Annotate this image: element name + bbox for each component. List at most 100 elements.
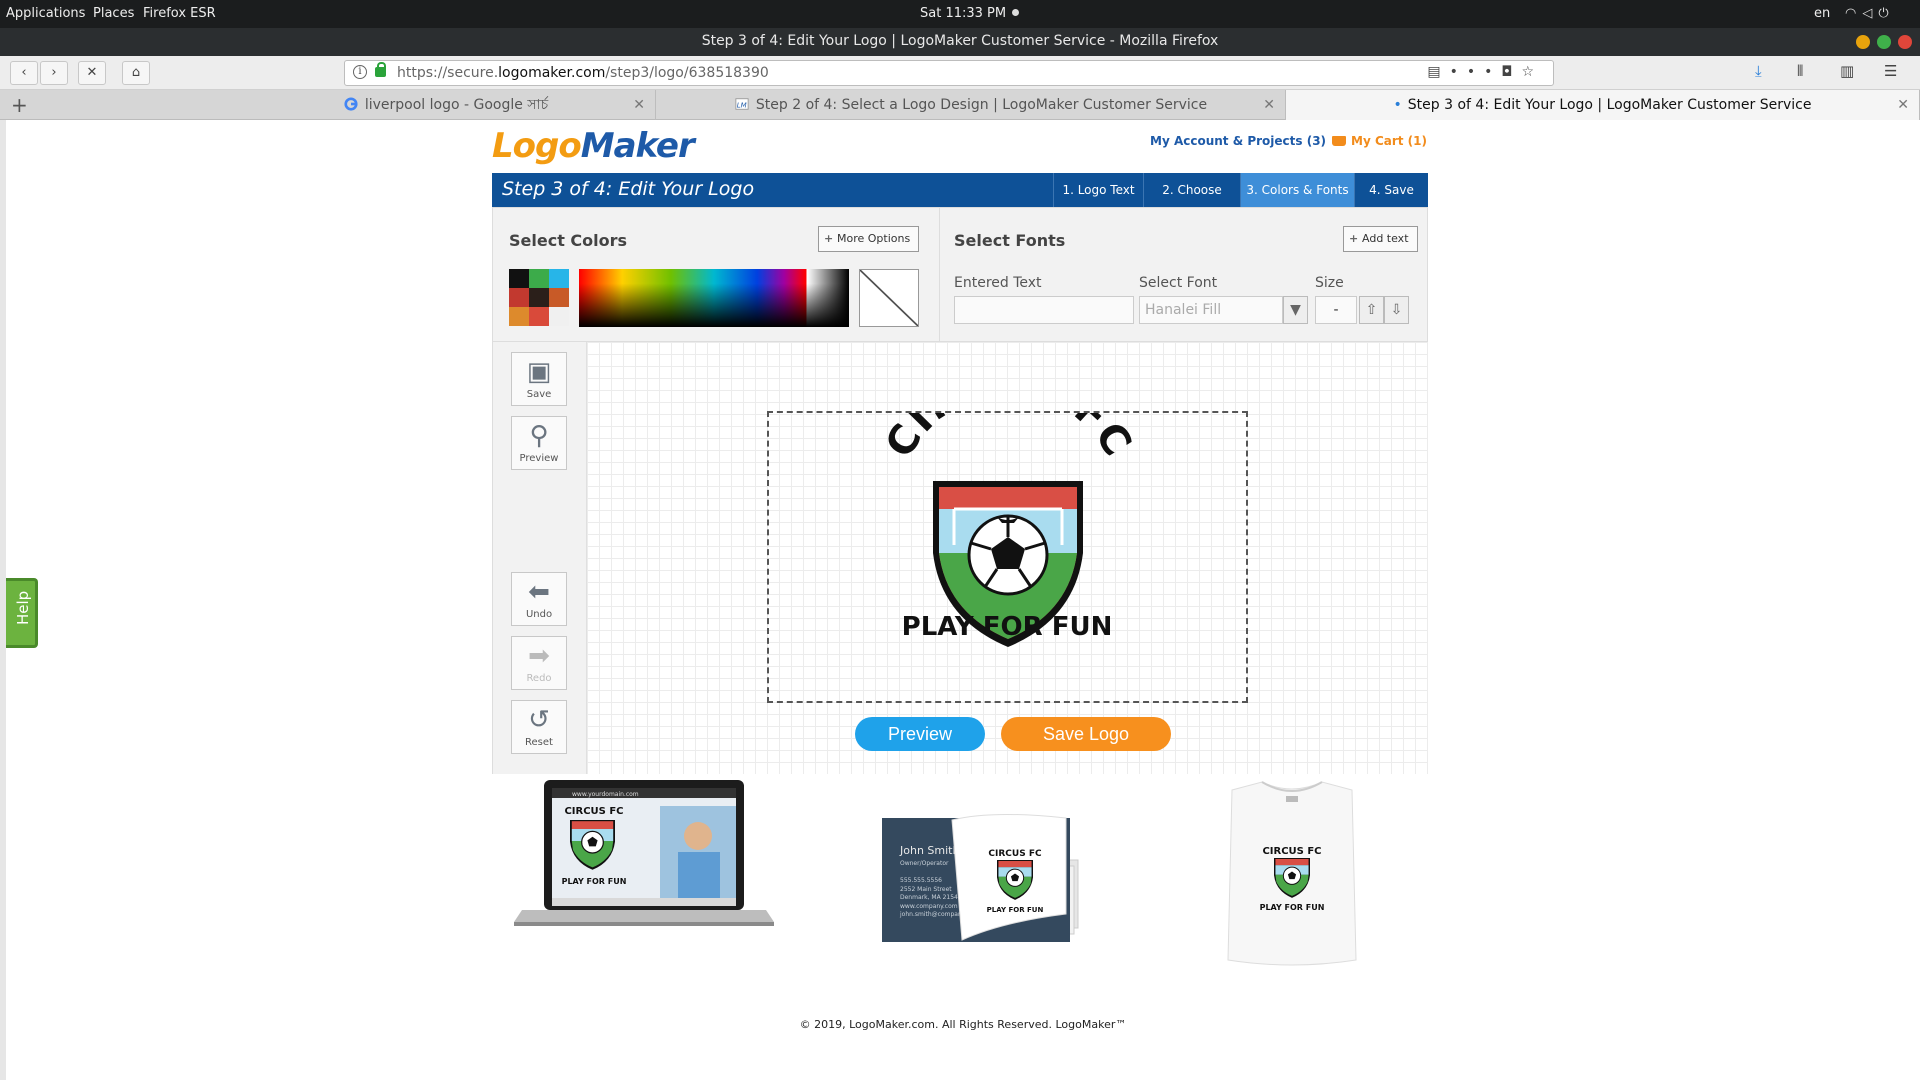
card-logo-bottom-text: PLAY FOR FUN — [987, 906, 1044, 914]
font-dropdown-button[interactable]: ▼ — [1283, 296, 1308, 324]
my-cart-link[interactable]: My Cart (1) — [1332, 134, 1427, 148]
footer-copyright: © 2019, LogoMaker.com. All Rights Reserv… — [799, 1018, 1127, 1031]
stop-button[interactable]: ✕ — [78, 61, 106, 85]
card-name: John Smith — [899, 844, 959, 857]
logo-editor: ▣Save ⚲Preview ⬅Undo ➡Redo ↺Reset CIRCUS… — [492, 342, 1428, 774]
minimize-button[interactable] — [1856, 35, 1870, 49]
size-decrease-button[interactable]: ⇩ — [1384, 296, 1409, 324]
font-select[interactable]: Hanalei Fill — [1139, 296, 1283, 324]
select-font-label: Select Font — [1139, 275, 1218, 291]
more-options-button[interactable]: More Options — [818, 226, 920, 252]
forward-button[interactable]: › — [40, 61, 68, 85]
add-text-button[interactable]: Add text — [1343, 226, 1418, 252]
pocket-icon[interactable]: ◘ — [1501, 64, 1521, 80]
step-header: Step 3 of 4: Edit Your Logo 1. Logo Text… — [492, 173, 1428, 231]
panel-divider — [939, 208, 940, 343]
design-canvas[interactable]: CIRCUS FC — [587, 342, 1428, 774]
sidebar-icon[interactable]: ▥ — [1840, 62, 1854, 80]
entered-text-input[interactable] — [954, 296, 1134, 324]
library-icon[interactable]: ⫴ — [1797, 62, 1803, 80]
card-line: Denmark, MA 21548 — [900, 894, 962, 901]
select-colors-heading: Select Colors — [509, 231, 628, 250]
logo-top-text[interactable]: CIRCUS FC — [877, 359, 1142, 466]
swatch[interactable] — [549, 307, 569, 326]
loading-indicator-icon: • — [1393, 97, 1402, 113]
save-logo-button[interactable]: Save Logo — [1001, 717, 1171, 751]
swatch[interactable] — [509, 307, 529, 326]
swatch[interactable] — [529, 307, 549, 326]
redo-button[interactable]: ➡ Redo — [511, 636, 567, 690]
places-menu[interactable]: Places — [93, 6, 134, 21]
url-text[interactable]: https://secure.logomaker.com/step3/logo/… — [397, 65, 769, 81]
page-actions-icon[interactable]: ••• — [1450, 64, 1502, 80]
step-logo-text[interactable]: 1. Logo Text — [1053, 173, 1143, 207]
product-mockups: www.yourdomain.com CIRCUS FC PLAY FOR FU… — [492, 780, 1428, 980]
size-label: Size — [1315, 275, 1344, 291]
back-button[interactable]: ‹ — [10, 61, 38, 85]
cart-icon — [1332, 136, 1346, 146]
tshirt-logo-top-text: CIRCUS FC — [1262, 846, 1321, 857]
url-bar[interactable]: i https://secure.logomaker.com/step3/log… — [344, 60, 1554, 86]
preview-tool-button[interactable]: ⚲ Preview — [511, 416, 567, 470]
new-tab-icon[interactable]: + — [11, 93, 28, 117]
logo-bounding-box[interactable]: CIRCUS FC — [767, 359, 1248, 703]
svg-text:CIRCUS FC: CIRCUS FC — [877, 413, 1142, 466]
logo-bottom-text[interactable]: PLAY FOR FUN — [902, 612, 1113, 642]
clock[interactable]: Sat 11:33 PM — [920, 6, 1020, 21]
page-content: LogoMaker My Account & Projects (3) My C… — [6, 120, 1920, 1080]
tab-google[interactable]: liverpool logo - Google সার্চ ✕ — [236, 90, 656, 120]
help-tab[interactable]: Help — [6, 578, 38, 648]
color-swatches — [509, 269, 569, 327]
swatch[interactable] — [529, 269, 549, 288]
hamburger-menu-icon[interactable]: ☰ — [1884, 62, 1897, 80]
card-role: Owner/Operator — [900, 860, 949, 867]
laptop-mockup: www.yourdomain.com CIRCUS FC PLAY FOR FU… — [514, 780, 774, 926]
swatch[interactable] — [509, 269, 529, 288]
arrow-left-icon: ⬅ — [528, 577, 550, 607]
swatch[interactable] — [549, 288, 569, 307]
close-tab-icon[interactable]: ✕ — [1897, 90, 1909, 120]
circus-fc-logo[interactable]: CIRCUS FC — [769, 359, 1246, 701]
close-tab-icon[interactable]: ✕ — [633, 90, 645, 120]
language-indicator[interactable]: en — [1814, 6, 1830, 21]
home-button[interactable]: ⌂ — [122, 61, 150, 85]
magnifier-icon: ⚲ — [529, 421, 549, 451]
swatch[interactable] — [529, 288, 549, 307]
step-save[interactable]: 4. Save — [1354, 173, 1428, 207]
svg-text:LM: LM — [737, 102, 747, 110]
business-card-mockup: John Smith Owner/Operator 555.555.5556 2… — [882, 813, 1079, 942]
maximize-button[interactable] — [1877, 35, 1891, 49]
system-tray[interactable]: ◠◁⏻ — [1845, 6, 1895, 21]
step-choose-design[interactable]: 2. Choose Design — [1143, 173, 1240, 231]
tab-step3[interactable]: • Step 3 of 4: Edit Your Logo | LogoMaker… — [1286, 90, 1920, 120]
bookmark-star-icon[interactable]: ☆ — [1521, 64, 1543, 80]
save-tool-button[interactable]: ▣ Save — [511, 352, 567, 406]
downloads-icon[interactable]: ⤓ — [1755, 62, 1762, 80]
swatch[interactable] — [509, 288, 529, 307]
logomaker-logo[interactable]: LogoMaker — [492, 126, 695, 166]
size-increase-button[interactable]: ⇧ — [1359, 296, 1384, 324]
close-window-button[interactable] — [1898, 35, 1912, 49]
select-fonts-heading: Select Fonts — [954, 231, 1066, 250]
logomaker-favicon-icon: LM — [735, 98, 749, 110]
my-account-link[interactable]: My Account & Projects (3) — [1150, 134, 1326, 148]
close-tab-icon[interactable]: ✕ — [1263, 90, 1275, 120]
applications-menu[interactable]: Applications — [6, 6, 85, 21]
system-top-bar: Applications Places Firefox ESR Sat 11:3… — [0, 0, 1920, 28]
tab-step2[interactable]: LM Step 2 of 4: Select a Logo Design | Lo… — [656, 90, 1286, 120]
undo-button[interactable]: ⬅ Undo — [511, 572, 567, 626]
home-icon: ⌂ — [131, 65, 141, 80]
firefox-esr-menu[interactable]: Firefox ESR — [143, 6, 216, 21]
step-colors-fonts[interactable]: 3. Colors & Fonts — [1240, 173, 1354, 207]
reset-button[interactable]: ↺ Reset — [511, 700, 567, 754]
swatch[interactable] — [549, 269, 569, 288]
preview-button[interactable]: Preview — [855, 717, 985, 751]
site-info-icon[interactable]: i — [353, 65, 367, 79]
wifi-icon: ◠ — [1845, 6, 1863, 21]
size-input[interactable]: - — [1315, 296, 1357, 324]
reader-view-icon[interactable]: ▤ — [1427, 64, 1449, 80]
no-color-swatch[interactable] — [859, 269, 919, 327]
lock-icon — [375, 62, 386, 77]
power-icon: ⏻ — [1878, 6, 1895, 21]
color-spectrum-picker[interactable] — [579, 269, 849, 327]
